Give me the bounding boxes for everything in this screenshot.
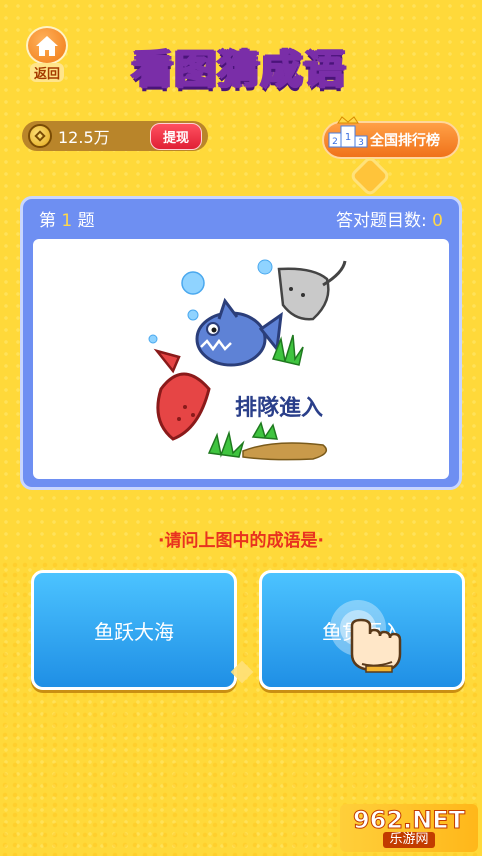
question-card: 第 1 题 答对题目数: 0 排隊進入 — [20, 196, 462, 490]
question-number: 第 1 题 — [39, 210, 95, 231]
back-button[interactable]: 返回 — [22, 26, 72, 82]
coin-balance-bar: 12.5万 提现 — [22, 121, 208, 151]
svg-text:2: 2 — [332, 137, 338, 147]
pointing-hand-icon — [330, 600, 402, 673]
svg-text:1: 1 — [345, 132, 351, 143]
svg-text:3: 3 — [358, 138, 364, 148]
coin-icon — [28, 124, 52, 148]
question-prompt: ·请问上图中的成语是· — [158, 531, 324, 551]
correct-count: 答对题目数: 0 — [336, 210, 443, 231]
image-caption: 排隊進入 — [235, 395, 323, 421]
leaderboard-label: 全国排行榜 — [370, 133, 440, 149]
answer-option-1[interactable]: 鱼跃大海 — [31, 570, 237, 690]
idiom-illustration: 排隊進入 — [148, 259, 347, 461]
leaderboard-button[interactable]: 2 1 3 全国排行榜 — [322, 116, 460, 159]
question-image: 排隊進入 — [33, 239, 449, 479]
podium-icon: 2 1 3 — [328, 116, 368, 155]
coin-amount: 12.5万 — [58, 128, 110, 147]
back-label: 返回 — [29, 63, 64, 82]
page-title: 看图猜成语 — [132, 46, 348, 94]
tap-hint — [322, 594, 414, 678]
question-header: 第 1 题 答对题目数: 0 — [23, 199, 459, 237]
withdraw-button[interactable]: 提现 — [149, 122, 202, 150]
watermark-logo: 962.NET 乐游网 — [340, 804, 478, 852]
home-icon — [26, 26, 68, 65]
